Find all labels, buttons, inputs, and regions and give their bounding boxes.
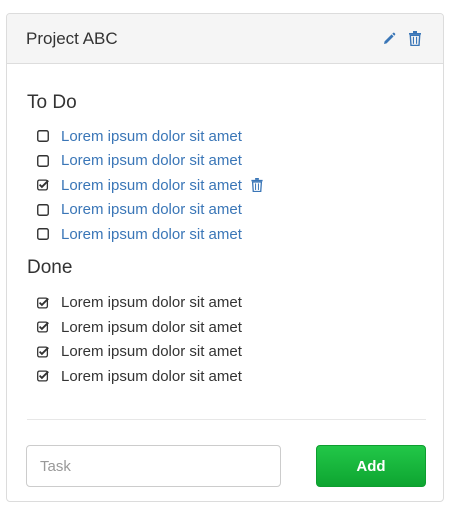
project-title: Project ABC (26, 28, 118, 48)
done-item-label: Lorem ipsum dolor sit amet (61, 367, 242, 385)
done-item-label: Lorem ipsum dolor sit amet (61, 318, 242, 336)
done-heading: Done (27, 256, 73, 278)
trash-icon[interactable] (407, 31, 423, 47)
checkbox-checked[interactable] (37, 321, 49, 333)
divider (27, 419, 426, 420)
checkbox-checked[interactable] (37, 179, 49, 191)
done-item: Lorem ipsum dolor sit amet (37, 364, 423, 389)
panel-body: To Do Lorem ipsum dolor sit amet Lorem ip… (7, 64, 443, 389)
todo-item-label[interactable]: Lorem ipsum dolor sit amet (61, 202, 242, 217)
todo-item: Lorem ipsum dolor sit amet (37, 173, 423, 198)
add-button[interactable]: Add (316, 445, 426, 487)
todo-item-label[interactable]: Lorem ipsum dolor sit amet (61, 178, 242, 193)
task-input[interactable] (26, 445, 281, 487)
todo-item-label[interactable]: Lorem ipsum dolor sit amet (61, 227, 242, 242)
header-actions (381, 31, 423, 47)
project-panel: Project ABC To Do Lorem ipsum dolor sit … (6, 13, 444, 502)
done-item-label: Lorem ipsum dolor sit amet (61, 343, 242, 361)
todo-item: Lorem ipsum dolor sit amet (37, 222, 423, 247)
todo-item: Lorem ipsum dolor sit amet (37, 124, 423, 149)
trash-icon[interactable] (251, 177, 264, 193)
todo-list: Lorem ipsum dolor sit amet Lorem ipsum do… (27, 124, 423, 247)
done-item-label: Lorem ipsum dolor sit amet (61, 294, 242, 312)
checkbox-unchecked[interactable] (37, 130, 49, 143)
checkbox-unchecked[interactable] (37, 154, 49, 167)
done-list: Lorem ipsum dolor sit amet Lorem ipsum do… (27, 291, 423, 389)
todo-item: Lorem ipsum dolor sit amet (37, 198, 423, 223)
pencil-icon[interactable] (381, 31, 397, 47)
panel-header: Project ABC (7, 14, 443, 64)
checkbox-unchecked[interactable] (37, 228, 49, 241)
checkbox-checked[interactable] (37, 370, 49, 382)
done-item: Lorem ipsum dolor sit amet (37, 315, 423, 340)
checkbox-unchecked[interactable] (37, 203, 49, 216)
todo-item: Lorem ipsum dolor sit amet (37, 149, 423, 174)
add-task-form: Add (26, 445, 426, 487)
todo-item-label[interactable]: Lorem ipsum dolor sit amet (61, 153, 242, 168)
todo-heading: To Do (27, 92, 77, 113)
done-item: Lorem ipsum dolor sit amet (37, 340, 423, 365)
todo-item-label[interactable]: Lorem ipsum dolor sit amet (61, 129, 242, 144)
done-item: Lorem ipsum dolor sit amet (37, 291, 423, 316)
checkbox-checked[interactable] (37, 297, 49, 309)
checkbox-checked[interactable] (37, 346, 49, 358)
